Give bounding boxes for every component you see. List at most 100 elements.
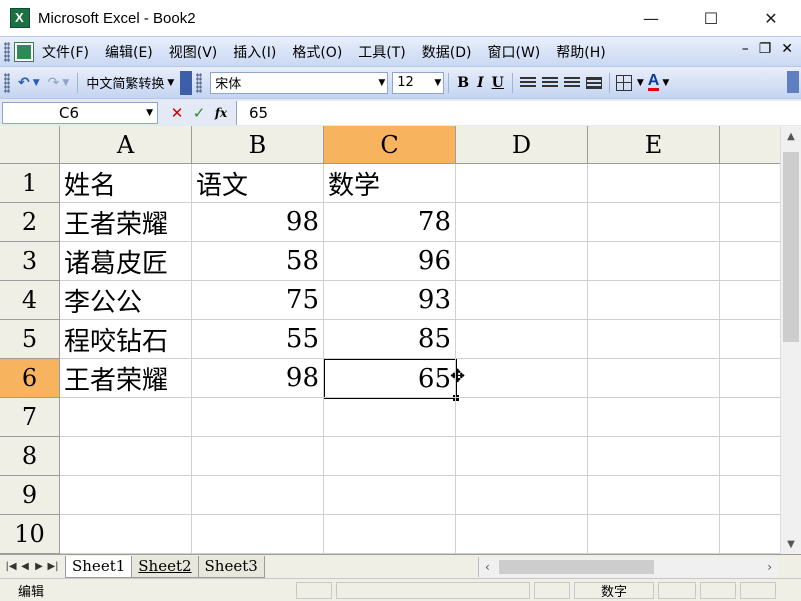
enter-icon[interactable]: ✓ <box>188 104 210 122</box>
row-header-4[interactable]: 4 <box>0 281 60 320</box>
prev-sheet-icon[interactable]: ◀ <box>18 561 32 572</box>
column-header-d[interactable]: D <box>456 126 588 164</box>
row-header-9[interactable]: 9 <box>0 476 60 515</box>
menu-window[interactable]: 窗口(W) <box>488 42 541 62</box>
chevron-down-icon[interactable]: ▼ <box>637 78 644 88</box>
cell-a2[interactable]: 王者荣耀 <box>60 203 192 242</box>
cancel-icon[interactable]: ✕ <box>166 104 188 122</box>
toolbar-grip-handle-2[interactable] <box>196 72 203 93</box>
font-size-combo[interactable]: 12 ▼ <box>392 71 445 94</box>
cell-b5[interactable]: 55 <box>192 320 324 359</box>
cell-a6[interactable]: 王者荣耀 <box>60 359 192 398</box>
scroll-up-icon[interactable]: ▲ <box>781 126 801 146</box>
insert-function-icon[interactable]: fx <box>210 106 232 120</box>
toolbar-overflow-icon[interactable] <box>787 71 799 93</box>
cell-c3[interactable]: 96 <box>324 242 456 281</box>
doc-close-button[interactable]: ✕ <box>781 41 793 57</box>
tab-sheet2[interactable]: Sheet2 <box>131 555 199 578</box>
align-right-icon[interactable] <box>563 76 580 89</box>
last-sheet-icon[interactable]: ▶| <box>46 561 60 572</box>
column-header-a[interactable]: A <box>60 126 192 164</box>
vertical-scrollbar[interactable]: ▲ ▼ <box>780 126 801 554</box>
scroll-down-icon[interactable]: ▼ <box>781 534 801 554</box>
close-button[interactable]: ✕ <box>741 0 801 36</box>
row-header-7[interactable]: 7 <box>0 398 60 437</box>
worksheet-grid[interactable]: A B C D E 1 2 3 4 5 6 7 8 9 10 姓名 语文 数学 … <box>0 126 780 554</box>
doc-restore-button[interactable]: ❐ <box>759 41 772 57</box>
column-header-f[interactable] <box>720 126 780 164</box>
underline-button[interactable]: U <box>488 72 508 94</box>
undo-dropdown-icon[interactable]: ▼ <box>33 78 40 88</box>
cell-b2[interactable]: 98 <box>192 203 324 242</box>
tab-sheet3[interactable]: Sheet3 <box>197 555 265 578</box>
menu-tools[interactable]: 工具(T) <box>358 42 405 62</box>
cell-a3[interactable]: 诸葛皮匠 <box>60 242 192 281</box>
scroll-right-icon[interactable]: › <box>767 560 772 574</box>
horizontal-scroll-thumb[interactable] <box>499 560 654 574</box>
menu-view[interactable]: 视图(V) <box>169 42 218 62</box>
cell-b1[interactable]: 语文 <box>192 164 324 203</box>
toolbar-grip-handle[interactable] <box>4 72 10 93</box>
horizontal-scrollbar[interactable]: ‹ › <box>478 557 778 577</box>
cell-b6[interactable]: 98 <box>192 359 324 398</box>
merge-center-icon[interactable] <box>585 76 602 89</box>
column-header-e[interactable]: E <box>588 126 720 164</box>
font-color-button[interactable]: A ▼ <box>644 72 673 94</box>
row-header-2[interactable]: 2 <box>0 203 60 242</box>
italic-button[interactable]: I <box>473 72 488 94</box>
cell-a1[interactable]: 姓名 <box>60 164 192 203</box>
row-header-5[interactable]: 5 <box>0 320 60 359</box>
vertical-scroll-thumb[interactable] <box>783 152 799 342</box>
next-sheet-icon[interactable]: ▶ <box>32 561 46 572</box>
row-header-1[interactable]: 1 <box>0 164 60 203</box>
menu-format[interactable]: 格式(O) <box>292 42 342 62</box>
row-header-3[interactable]: 3 <box>0 242 60 281</box>
redo-icon: ↷ <box>47 74 60 91</box>
doc-minimize-button[interactable]: – <box>742 41 749 57</box>
menu-insert[interactable]: 插入(I) <box>233 42 276 62</box>
row-header-6[interactable]: 6 <box>0 359 60 398</box>
first-sheet-icon[interactable]: |◀ <box>4 561 18 572</box>
menu-help[interactable]: 帮助(H) <box>556 42 605 62</box>
maximize-button[interactable]: ☐ <box>681 0 741 36</box>
redo-dropdown-icon[interactable]: ▼ <box>62 78 69 88</box>
align-left-icon[interactable] <box>519 76 536 89</box>
name-box[interactable]: C6 ▼ <box>2 101 158 124</box>
undo-button[interactable]: ↶ ▼ <box>14 72 44 94</box>
redo-button[interactable]: ↷ ▼ <box>44 72 74 94</box>
font-name-combo[interactable]: 宋体 ▼ <box>210 71 389 94</box>
cell-b4[interactable]: 75 <box>192 281 324 320</box>
align-center-icon[interactable] <box>541 76 558 89</box>
formula-input[interactable]: 65 <box>236 100 801 125</box>
cell-c1[interactable]: 数学 <box>324 164 456 203</box>
menu-data[interactable]: 数据(D) <box>422 42 472 62</box>
row-header-10[interactable]: 10 <box>0 515 60 554</box>
cell-c4[interactable]: 93 <box>324 281 456 320</box>
workbook-icon[interactable] <box>14 41 34 62</box>
convert-dropdown[interactable]: 中文简繁转换 ▼ <box>82 72 178 94</box>
cell-a4[interactable]: 李公公 <box>60 281 192 320</box>
excel-app-icon[interactable] <box>10 8 30 28</box>
cell-a5[interactable]: 程咬钻石 <box>60 320 192 359</box>
status-panel <box>658 582 696 599</box>
column-header-b[interactable]: B <box>192 126 324 164</box>
scroll-left-icon[interactable]: ‹ <box>485 560 490 574</box>
select-all-corner[interactable] <box>0 126 60 164</box>
row-header-8[interactable]: 8 <box>0 437 60 476</box>
font-name-value: 宋体 <box>215 77 242 92</box>
menu-file[interactable]: 文件(F) <box>42 42 89 62</box>
cell-b3[interactable]: 58 <box>192 242 324 281</box>
minimize-button[interactable]: — <box>621 0 681 36</box>
fill-handle[interactable] <box>453 395 459 401</box>
chevron-down-icon[interactable]: ▼ <box>146 108 153 118</box>
borders-icon[interactable] <box>615 74 632 91</box>
menu-edit[interactable]: 编辑(E) <box>105 42 153 62</box>
toolbar-options-icon[interactable] <box>180 70 193 95</box>
column-header-c[interactable]: C <box>324 126 456 164</box>
cell-c5[interactable]: 85 <box>324 320 456 359</box>
bold-button[interactable]: B <box>453 72 473 94</box>
tab-sheet1[interactable]: Sheet1 <box>65 555 133 578</box>
menu-grip-handle[interactable] <box>4 41 10 62</box>
cell-c2[interactable]: 78 <box>324 203 456 242</box>
cell-c6-active[interactable]: 65 <box>323 358 457 399</box>
